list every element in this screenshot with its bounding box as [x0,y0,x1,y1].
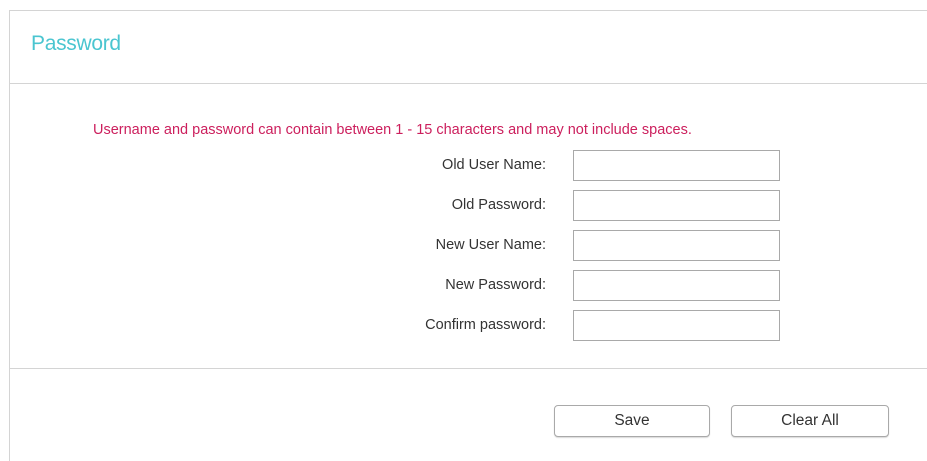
new-user-name-label: New User Name: [435,237,546,253]
old-password-label: Old Password: [451,197,546,213]
new-password-input[interactable] [573,270,780,301]
panel-title: Password [31,32,121,55]
old-user-name-input[interactable] [573,150,780,181]
password-panel: Password Username and password can conta… [9,10,927,461]
old-user-name-label: Old User Name: [442,157,546,173]
form-row-old-user-name: Old User Name: [10,150,927,182]
old-password-input[interactable] [573,190,780,221]
new-user-name-input[interactable] [573,230,780,261]
new-password-label: New Password: [445,277,546,293]
form-row-confirm-password: Confirm password: [10,310,927,342]
panel-header: Password [10,11,927,84]
confirm-password-label: Confirm password: [425,317,546,333]
form-row-new-user-name: New User Name: [10,230,927,262]
form-row-new-password: New Password: [10,270,927,302]
confirm-password-input[interactable] [573,310,780,341]
clear-all-button[interactable]: Clear All [731,405,889,437]
form-row-old-password: Old Password: [10,190,927,222]
save-button[interactable]: Save [554,405,710,437]
actions-divider [10,368,927,369]
password-rules-notice: Username and password can contain betwee… [93,122,692,138]
